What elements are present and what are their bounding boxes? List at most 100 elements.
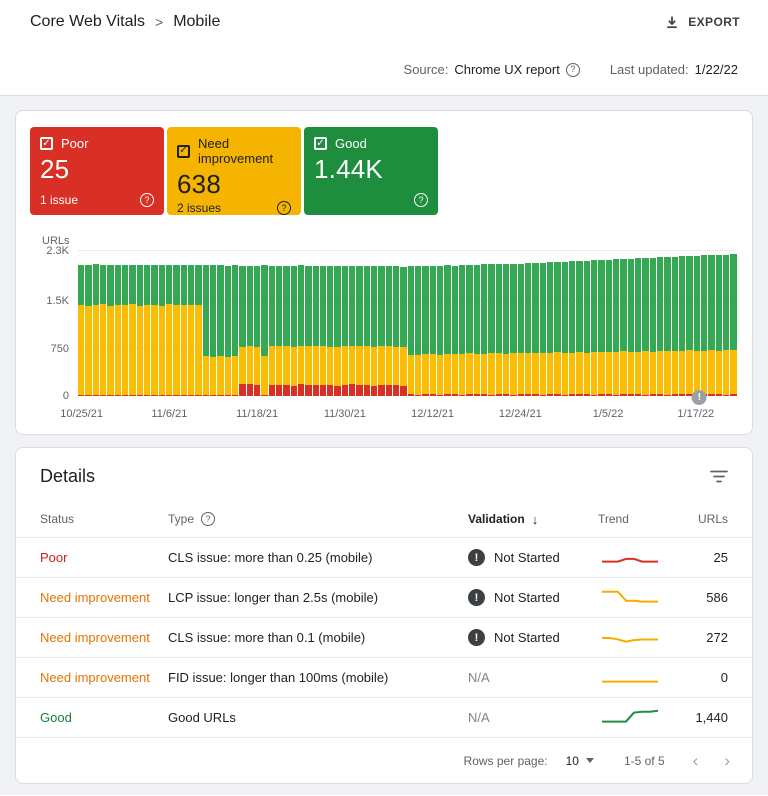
- chart-bar[interactable]: [657, 251, 663, 396]
- chart-bar[interactable]: [547, 251, 553, 396]
- table-row[interactable]: Need improvementCLS issue: more than 0.1…: [16, 617, 752, 657]
- chart-bar[interactable]: [488, 251, 494, 396]
- summary-card-need-improvement[interactable]: ✓Need improvement6382 issues?: [167, 127, 301, 215]
- chart-bar[interactable]: [151, 251, 157, 396]
- chart-bar[interactable]: [730, 251, 736, 396]
- chart-bar[interactable]: [716, 251, 722, 396]
- chart-bar[interactable]: [562, 251, 568, 396]
- good-checkbox[interactable]: ✓: [314, 137, 327, 150]
- chart-bar[interactable]: [342, 251, 348, 396]
- summary-card-poor[interactable]: ✓Poor251 issue?: [30, 127, 164, 215]
- chart-bar[interactable]: [664, 251, 670, 396]
- chart-bar[interactable]: [371, 251, 377, 396]
- chart-bar[interactable]: [496, 251, 502, 396]
- chart-bar[interactable]: [188, 251, 194, 396]
- chart-bar[interactable]: [679, 251, 685, 396]
- next-page-button[interactable]: ›: [724, 752, 730, 769]
- chart-bar[interactable]: [408, 251, 414, 396]
- chart-bar[interactable]: [466, 251, 472, 396]
- chart-bar[interactable]: [298, 251, 304, 396]
- chart-bar[interactable]: [85, 251, 91, 396]
- chart-bar[interactable]: [254, 251, 260, 396]
- chart-bar[interactable]: [393, 251, 399, 396]
- chart-bar[interactable]: [159, 251, 165, 396]
- chart-bar[interactable]: [305, 251, 311, 396]
- chart-bar[interactable]: [386, 251, 392, 396]
- help-icon[interactable]: ?: [277, 201, 291, 215]
- chart-bar[interactable]: [122, 251, 128, 396]
- source-link[interactable]: Chrome UX report: [454, 62, 559, 77]
- chart-bar[interactable]: [217, 251, 223, 396]
- chart-bar[interactable]: [613, 251, 619, 396]
- chart-bar[interactable]: [78, 251, 84, 396]
- chart-bar[interactable]: [452, 251, 458, 396]
- chart-bar[interactable]: [591, 251, 597, 396]
- help-icon[interactable]: ?: [201, 512, 215, 526]
- chart-bar[interactable]: [115, 251, 121, 396]
- chart-bar[interactable]: [225, 251, 231, 396]
- chart-bar[interactable]: [232, 251, 238, 396]
- chart-bar[interactable]: [283, 251, 289, 396]
- chart-bar[interactable]: [269, 251, 275, 396]
- chart-bar[interactable]: [415, 251, 421, 396]
- chart-bar[interactable]: [195, 251, 201, 396]
- chart-bar[interactable]: [210, 251, 216, 396]
- chart-bar[interactable]: [723, 251, 729, 396]
- chart-bar[interactable]: [708, 251, 714, 396]
- chart-bar[interactable]: [459, 251, 465, 396]
- column-header-type[interactable]: Type ?: [168, 512, 468, 526]
- chart-bar[interactable]: [642, 251, 648, 396]
- chart-bar[interactable]: [635, 251, 641, 396]
- chart-bar[interactable]: [239, 251, 245, 396]
- chart-bar[interactable]: [261, 251, 267, 396]
- chart-bar[interactable]: [173, 251, 179, 396]
- chart-bar[interactable]: [291, 251, 297, 396]
- chart-bar[interactable]: [525, 251, 531, 396]
- poor-checkbox[interactable]: ✓: [40, 137, 53, 150]
- chart-bar[interactable]: [100, 251, 106, 396]
- chart-bar[interactable]: [510, 251, 516, 396]
- chart-bar[interactable]: [356, 251, 362, 396]
- chart-bar[interactable]: [364, 251, 370, 396]
- chart-bar[interactable]: [569, 251, 575, 396]
- chart-bar[interactable]: [694, 251, 700, 396]
- chart-bar[interactable]: [400, 251, 406, 396]
- chart-bar[interactable]: [313, 251, 319, 396]
- table-row[interactable]: Need improvementFID issue: longer than 1…: [16, 657, 752, 697]
- chart-bar[interactable]: [247, 251, 253, 396]
- table-row[interactable]: PoorCLS issue: more than 0.25 (mobile)!N…: [16, 537, 752, 577]
- chart-bar[interactable]: [598, 251, 604, 396]
- chart-bar[interactable]: [276, 251, 282, 396]
- rows-per-page-select[interactable]: 10: [566, 754, 594, 768]
- chart-bar[interactable]: [474, 251, 480, 396]
- column-header-status[interactable]: Status: [40, 512, 168, 526]
- chart-bar[interactable]: [437, 251, 443, 396]
- chart-bar[interactable]: [672, 251, 678, 396]
- chart-bar[interactable]: [349, 251, 355, 396]
- chart-bar[interactable]: [93, 251, 99, 396]
- table-row[interactable]: GoodGood URLsN/A1,440: [16, 697, 752, 737]
- chart-bar[interactable]: [430, 251, 436, 396]
- chart-bar[interactable]: [606, 251, 612, 396]
- column-header-validation[interactable]: Validation ↓: [468, 512, 598, 527]
- column-header-urls[interactable]: URLs: [672, 512, 728, 526]
- export-button[interactable]: EXPORT: [665, 15, 740, 29]
- table-row[interactable]: Need improvementLCP issue: longer than 2…: [16, 577, 752, 617]
- help-icon[interactable]: ?: [140, 193, 154, 207]
- chart-bar[interactable]: [650, 251, 656, 396]
- chart-bar[interactable]: [422, 251, 428, 396]
- chart-bar[interactable]: [129, 251, 135, 396]
- breadcrumb-root[interactable]: Core Web Vitals: [30, 13, 145, 31]
- chart-bar[interactable]: [701, 251, 707, 396]
- chart-bar[interactable]: [686, 251, 692, 396]
- chart-bar[interactable]: [532, 251, 538, 396]
- chart-bar[interactable]: [584, 251, 590, 396]
- chart-bar[interactable]: [628, 251, 634, 396]
- prev-page-button[interactable]: ‹: [693, 752, 699, 769]
- column-header-trend[interactable]: Trend: [598, 512, 672, 526]
- chart-bar[interactable]: [378, 251, 384, 396]
- chart-bar[interactable]: [327, 251, 333, 396]
- summary-card-good[interactable]: ✓Good1.44K?: [304, 127, 438, 215]
- chart-bar[interactable]: [518, 251, 524, 396]
- chart-bar[interactable]: [166, 251, 172, 396]
